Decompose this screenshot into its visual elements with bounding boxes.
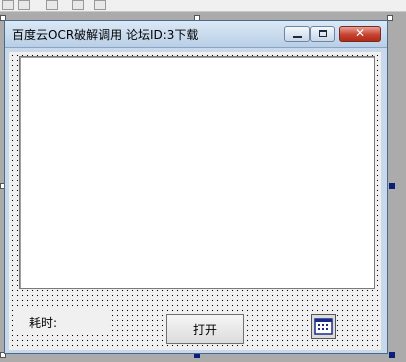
align-center-icon[interactable] [72, 0, 84, 10]
open-button[interactable]: 打开 [166, 314, 244, 344]
resize-handle-right[interactable] [389, 183, 395, 189]
timer-control-icon[interactable] [311, 314, 336, 339]
elapsed-time-label: 耗时: [17, 307, 108, 335]
align-bottom-icon[interactable] [18, 0, 30, 10]
maximize-button[interactable] [310, 26, 335, 42]
form-client-area: 耗时: 打开 [9, 52, 381, 350]
form-window[interactable]: 百度云OCR破解调用 论坛ID:3下载 ✕ 耗时: 打开 [4, 20, 388, 354]
close-button[interactable]: ✕ [339, 26, 381, 42]
output-textbox[interactable] [19, 56, 375, 289]
close-icon: ✕ [354, 26, 366, 40]
elapsed-time-text: 耗时: [29, 316, 58, 330]
same-size-icon[interactable] [46, 0, 58, 10]
minimize-icon [293, 36, 302, 38]
align-left-icon[interactable] [2, 0, 14, 10]
minimize-button[interactable] [284, 26, 310, 42]
title-bar[interactable]: 百度云OCR破解调用 论坛ID:3下载 ✕ [5, 21, 387, 48]
arrange-icon[interactable] [94, 0, 106, 10]
maximize-icon [319, 30, 327, 37]
timer-glyph [314, 318, 333, 335]
resize-handle-bottom-right[interactable] [389, 352, 395, 358]
designer-toolbar [0, 0, 406, 12]
window-title: 百度云OCR破解调用 论坛ID:3下载 [12, 28, 199, 42]
